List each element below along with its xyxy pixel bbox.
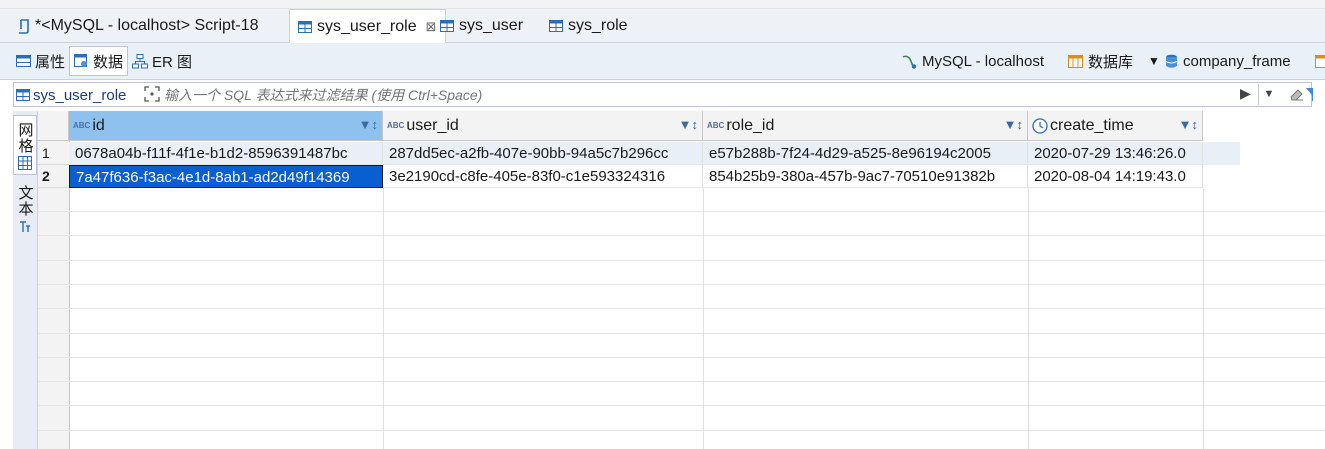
filter-funnel-icon[interactable] <box>1306 86 1313 102</box>
text-view-icon <box>20 221 30 232</box>
window-top-strip <box>0 0 1325 9</box>
connection-label: MySQL - localhost <box>922 52 1044 70</box>
editor-subtab-bar: 属性 数据 ER 图 MySQL - localhost 数据库 ▼ compa… <box>0 43 1325 80</box>
tab-sys-user[interactable]: sys_user <box>432 9 531 42</box>
schema-label: company_frame <box>1183 52 1291 70</box>
column-header-create-time[interactable]: create_time ▼↕ <box>1028 111 1203 141</box>
tab-label: sys_user_role <box>317 17 417 35</box>
sql-script-icon <box>19 18 29 34</box>
grid-column-line <box>1203 188 1204 449</box>
text-type-icon: ABC <box>387 121 405 130</box>
column-sort-filter-icon[interactable]: ▼↕ <box>679 117 698 132</box>
database-label: 数据库 <box>1088 53 1134 71</box>
table-icon <box>549 19 563 32</box>
column-header-id[interactable]: ABC id ▼↕ <box>69 111 383 141</box>
text-view-label: 文本 <box>16 185 34 217</box>
tab-label: sys_role <box>568 16 628 34</box>
editor-tab-bar: *<MySQL - localhost> Script-18 sys_user_… <box>0 9 1325 43</box>
subtab-label: 属性 <box>35 53 66 71</box>
grid-column-line <box>703 188 704 449</box>
column-name: role_id <box>726 116 775 134</box>
grid-row-line <box>38 260 1325 261</box>
grid-row-line <box>38 405 1325 406</box>
dropdown-arrow-icon[interactable]: ▼ <box>1148 54 1160 68</box>
grid-column-line <box>383 188 384 449</box>
table-cell-create-time[interactable]: 2020-08-04 14:19:43.0 <box>1028 165 1203 188</box>
results-grid: ABC id ▼↕ ABC user_id ▼↕ ABC role_id ▼↕ … <box>38 111 1325 449</box>
column-sort-filter-icon[interactable]: ▼↕ <box>359 117 378 132</box>
subtab-properties[interactable]: 属性 <box>12 46 69 76</box>
grid-row-line <box>38 308 1325 309</box>
subtab-data[interactable]: 数据 <box>69 46 129 76</box>
table-icon <box>16 89 30 101</box>
grid-row-line <box>38 235 1325 236</box>
grid-row-line <box>38 333 1325 334</box>
apply-filter-icon[interactable]: ▶ <box>1240 85 1251 102</box>
table-cell-user-id[interactable]: 287dd5ec-a2fb-407e-90bb-94a5c7b296cc <box>383 142 703 165</box>
text-view-tab[interactable]: 文本 <box>13 185 37 245</box>
table-cell-role-id[interactable]: 854b25b9-380a-457b-9ac7-70510e91382b <box>703 165 1028 188</box>
clear-filter-icon[interactable] <box>1289 87 1304 102</box>
database-selector[interactable]: 数据库 ▼ <box>1068 47 1160 75</box>
table-icon <box>440 19 454 32</box>
grid-row-line <box>38 430 1325 431</box>
table-cell-user-id[interactable]: 3e2190cd-c8fe-405e-83f0-c1e593324316 <box>383 165 703 188</box>
column-sort-filter-icon[interactable]: ▼↕ <box>1004 117 1023 132</box>
filter-expression-input[interactable] <box>140 83 1220 106</box>
subtab-label: 数据 <box>93 53 124 71</box>
active-connection[interactable]: MySQL - localhost <box>901 47 1044 75</box>
grid-row-line <box>38 211 1325 212</box>
column-name: id <box>92 116 105 134</box>
filter-history-dropdown-icon[interactable]: ▼ <box>1258 84 1279 105</box>
schema-icon <box>1165 54 1178 68</box>
column-header-user-id[interactable]: ABC user_id ▼↕ <box>383 111 703 141</box>
subtab-label: ER 图 <box>152 53 193 71</box>
datetime-type-icon <box>1032 117 1048 134</box>
table-cell-id[interactable]: 0678a04b-f11f-4f1e-b1d2-8596391487bc <box>69 142 383 165</box>
subtab-er-diagram[interactable]: ER 图 <box>128 46 196 76</box>
er-diagram-icon <box>132 53 148 68</box>
column-name: user_id <box>406 116 459 134</box>
column-header-role-id[interactable]: ABC role_id ▼↕ <box>703 111 1028 141</box>
grid-view-tab[interactable]: 网格 <box>13 115 37 175</box>
grid-row-line <box>38 357 1325 358</box>
more-toolbar-icon[interactable] <box>1315 47 1325 75</box>
grid-view-label: 网格 <box>16 122 34 154</box>
filter-table-name[interactable]: sys_user_role <box>16 85 126 105</box>
table-cell-role-id[interactable]: e57b288b-7f24-4d29-a525-8e96194c2005 <box>703 142 1028 165</box>
grid-corner[interactable] <box>38 111 69 141</box>
tab-sys-user-role[interactable]: sys_user_role ⊠ <box>289 9 446 43</box>
schema-selector[interactable]: company_frame <box>1165 47 1291 75</box>
column-sort-filter-icon[interactable]: ▼↕ <box>1179 117 1198 132</box>
grid-icon <box>18 156 32 170</box>
text-type-icon: ABC <box>73 121 91 130</box>
filter-table-label: sys_user_role <box>33 86 127 104</box>
text-type-icon: ABC <box>707 121 725 130</box>
presentation-side-panel: 网格 文本 <box>13 111 38 449</box>
data-icon <box>74 54 87 67</box>
table-icon <box>1315 54 1325 68</box>
tab-label: *<MySQL - localhost> Script-18 <box>35 16 259 34</box>
column-name: create_time <box>1050 116 1134 134</box>
tab-sys-role[interactable]: sys_role <box>541 9 636 42</box>
properties-icon <box>16 55 31 67</box>
table-cell-create-time[interactable]: 2020-07-29 13:46:26.0 <box>1028 142 1203 165</box>
connection-icon <box>902 55 917 69</box>
table-icon <box>298 20 312 33</box>
row-number[interactable]: 1 <box>38 142 69 165</box>
row-number[interactable]: 2 <box>38 165 69 188</box>
grid-row-line <box>38 381 1325 382</box>
grid-row-line <box>38 284 1325 285</box>
tab-label: sys_user <box>459 16 524 34</box>
table-cell-id-selected[interactable]: 7a47f636-f3ac-4e1d-8ab1-ad2d49f14369 <box>69 165 383 188</box>
results-filter-bar: sys_user_role ▶ ▼ <box>13 82 1313 107</box>
tab-script-18[interactable]: *<MySQL - localhost> Script-18 <box>8 9 267 42</box>
grid-column-line <box>1028 188 1029 449</box>
database-icon <box>1068 54 1083 68</box>
